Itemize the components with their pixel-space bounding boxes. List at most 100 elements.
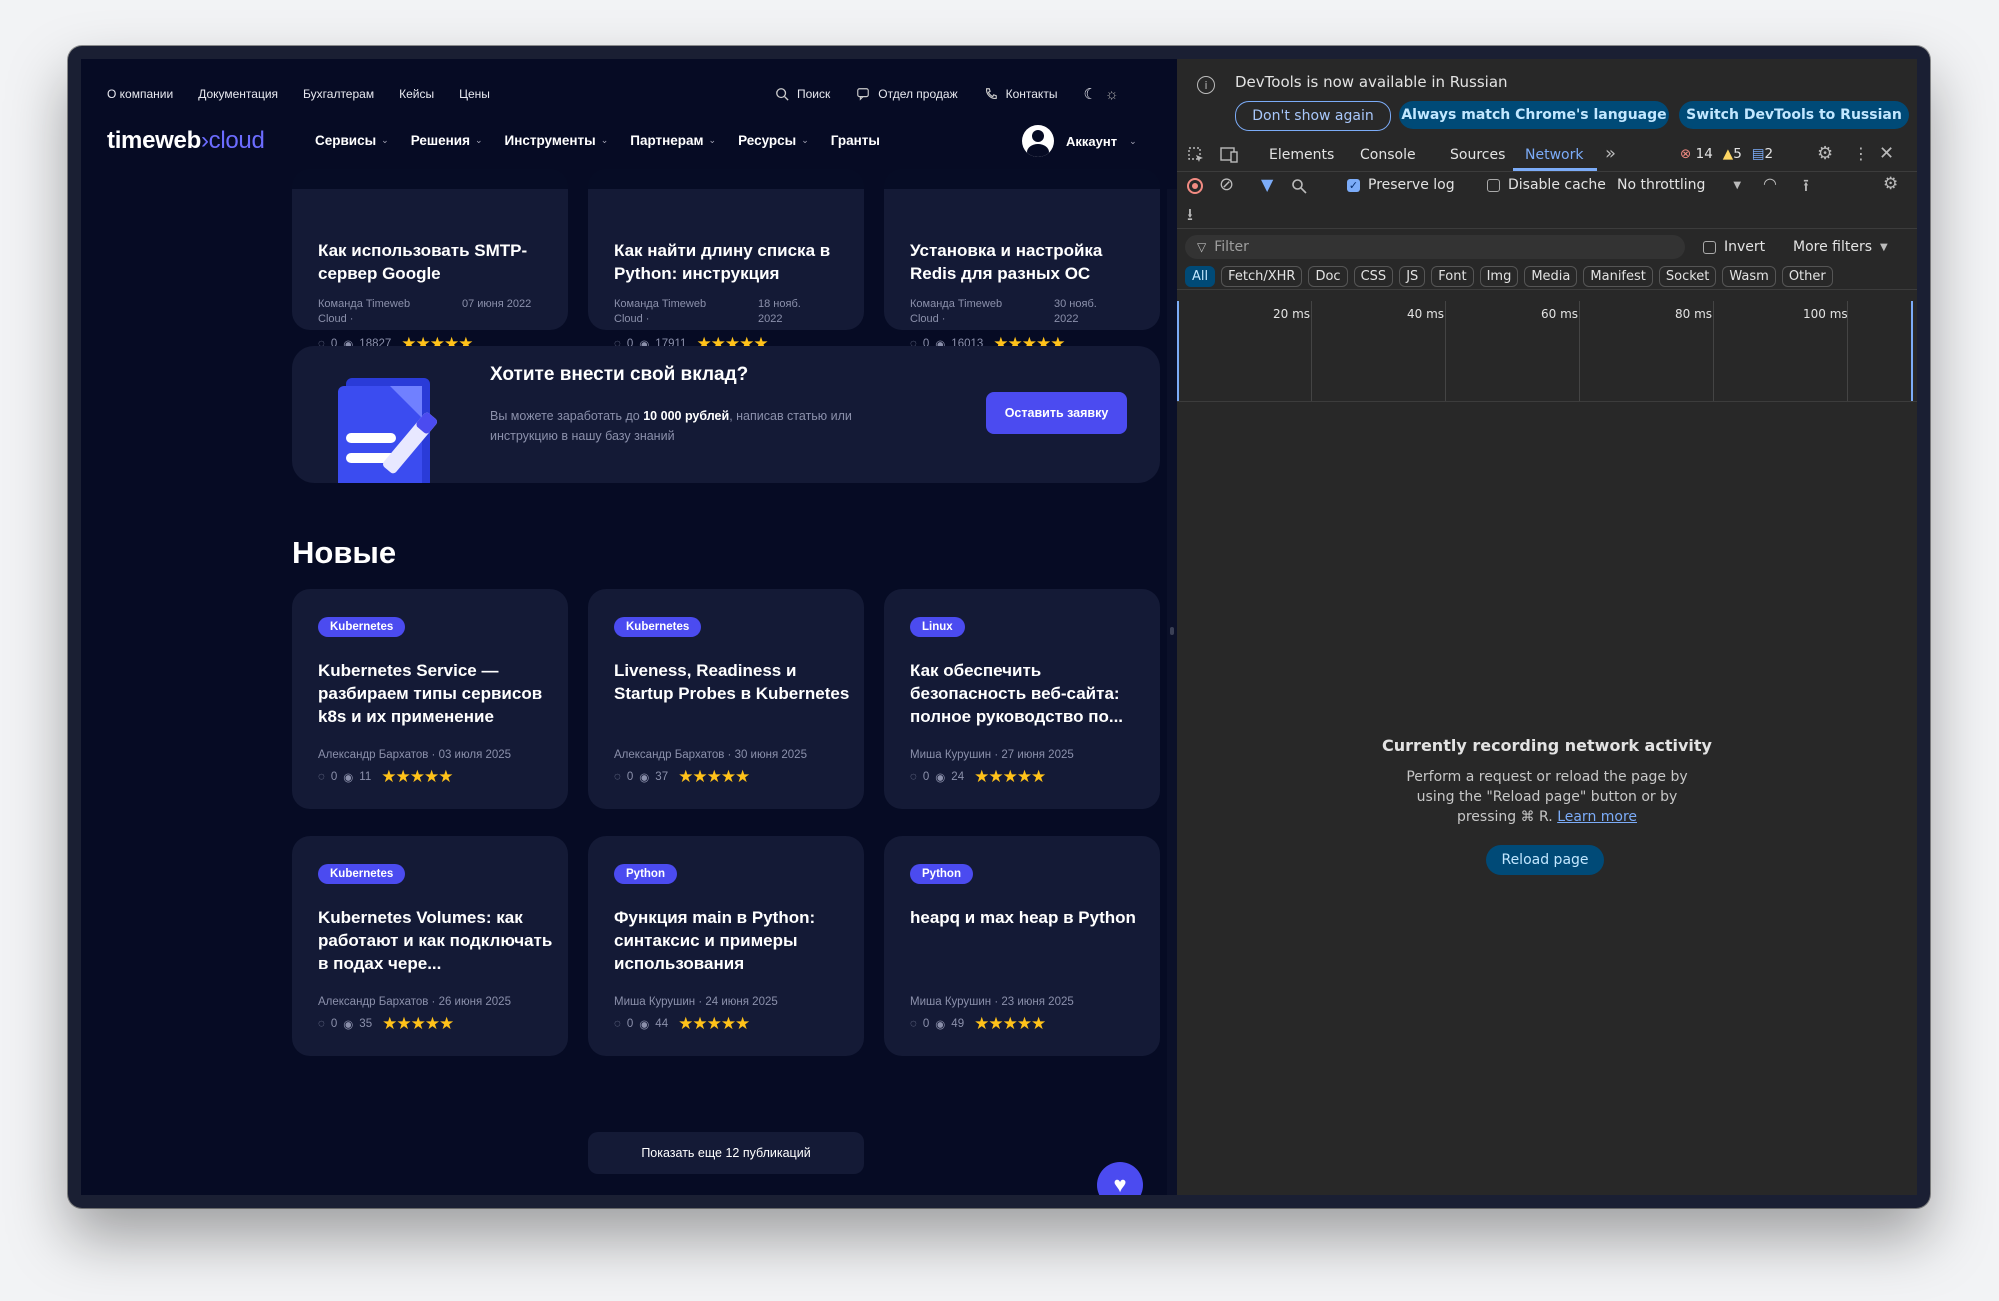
article-title[interactable]: Установка и настройка Redis для разных О…	[910, 239, 1150, 285]
type-wasm[interactable]: Wasm	[1722, 266, 1776, 287]
show-more-button[interactable]: Показать еще 12 публикаций	[588, 1132, 864, 1174]
message-count: ▤2	[1752, 146, 1773, 162]
nav-services[interactable]: Сервисы ⌄	[315, 133, 389, 148]
nav-tools[interactable]: Инструменты ⌄	[505, 133, 609, 148]
toplink-company[interactable]: О компании	[107, 87, 173, 101]
toplink-cases[interactable]: Кейсы	[399, 87, 434, 101]
category-tag[interactable]: Kubernetes	[318, 617, 406, 637]
upload-icon[interactable]: ⭱	[1803, 173, 1809, 202]
category-tag[interactable]: Kubernetes	[614, 617, 702, 637]
inspect-element-icon[interactable]	[1187, 146, 1205, 164]
article-meta: Миша Курушин · 23 июня 2025	[910, 996, 1074, 1008]
category-tag[interactable]: Python	[614, 864, 677, 884]
article-title[interactable]: Kubernetes Volumes: как работают и как п…	[318, 906, 558, 975]
article-title[interactable]: Как обеспечить безопасность веб-сайта: п…	[910, 659, 1150, 728]
timeline-selection-handle-left[interactable]	[1177, 301, 1179, 401]
article-meta: Александр Бархатов · 03 июля 2025	[318, 749, 512, 761]
nav-solutions[interactable]: Решения ⌄	[411, 133, 483, 148]
category-tag[interactable]: Kubernetes	[318, 864, 406, 884]
contacts-link[interactable]: Контакты	[984, 87, 1057, 101]
nav-grants[interactable]: Гранты	[831, 133, 880, 148]
article-title[interactable]: Kubernetes Service — разбираем типы серв…	[318, 659, 558, 728]
throttling-select[interactable]: No throttling ▼	[1617, 177, 1741, 193]
toplink-docs[interactable]: Документация	[198, 87, 278, 101]
disable-cache-checkbox[interactable]: Disable cache	[1487, 177, 1606, 193]
article-title[interactable]: heapq и max heap в Python	[910, 906, 1150, 929]
network-settings-icon[interactable]: ⚙	[1883, 174, 1898, 194]
header-utility-links: Поиск Отдел продаж Контакты ☾ ☼	[775, 85, 1119, 103]
type-socket[interactable]: Socket	[1658, 266, 1717, 287]
chat-icon	[857, 88, 870, 101]
type-js[interactable]: JS	[1399, 266, 1426, 287]
article-card[interactable]: Как использовать SMTP-сервер Google Кома…	[292, 169, 568, 353]
article-title[interactable]: Как использовать SMTP-сервер Google	[318, 239, 558, 285]
toplink-prices[interactable]: Цены	[459, 87, 490, 101]
clear-icon[interactable]: ⊘	[1219, 174, 1234, 195]
article-title[interactable]: Как найти длину списка в Python: инструк…	[614, 239, 854, 285]
type-img[interactable]: Img	[1479, 266, 1519, 287]
download-icon[interactable]: ⭳	[1187, 202, 1193, 231]
toplink-accounting[interactable]: Бухгалтерам	[303, 87, 374, 101]
heart-icon[interactable]: ♥	[1097, 1162, 1143, 1195]
type-css[interactable]: CSS	[1353, 266, 1394, 287]
learn-more-link[interactable]: Learn more	[1557, 809, 1637, 825]
article-card[interactable]: Kubernetes Kubernetes Volumes: как работ…	[292, 836, 568, 1056]
filter-input[interactable]: ▽ Filter	[1185, 235, 1685, 259]
nav-solutions-label: Решения	[410, 133, 470, 148]
tab-sources[interactable]: Sources	[1450, 147, 1505, 163]
nav-partners[interactable]: Партнерам ⌄	[630, 133, 716, 148]
record-icon[interactable]	[1187, 178, 1203, 194]
article-card[interactable]: Kubernetes Liveness, Readiness и Startup…	[588, 589, 864, 809]
reload-page-button[interactable]: Reload page	[1486, 845, 1604, 875]
kebab-menu-icon[interactable]: ⋮	[1853, 144, 1869, 163]
device-toolbar-icon[interactable]	[1219, 146, 1239, 164]
submit-request-button[interactable]: Оставить заявку	[986, 392, 1127, 434]
gear-icon[interactable]: ⚙	[1817, 143, 1833, 164]
sales-link[interactable]: Отдел продаж	[856, 87, 958, 101]
account-menu[interactable]: Аккаунт ⌄	[1022, 125, 1137, 157]
switch-language-button[interactable]: Switch DevTools to Russian	[1679, 101, 1909, 129]
close-icon[interactable]: ✕	[1879, 143, 1894, 164]
comment-count: 0	[626, 1018, 634, 1030]
article-card[interactable]: Как найти длину списка в Python: инструк…	[588, 169, 864, 353]
type-manifest[interactable]: Manifest	[1583, 266, 1653, 287]
article-title[interactable]: Liveness, Readiness и Startup Probes в K…	[614, 659, 854, 705]
article-card[interactable]: Python Функция main в Python: синтаксис …	[588, 836, 864, 1056]
tab-elements[interactable]: Elements	[1269, 147, 1334, 163]
theme-toggle[interactable]: ☾ ☼	[1083, 85, 1118, 104]
network-conditions-icon[interactable]: ◠	[1763, 174, 1777, 193]
article-card[interactable]: Linux Как обеспечить безопасность веб-са…	[884, 589, 1160, 809]
type-fetch-xhr[interactable]: Fetch/XHR	[1221, 266, 1303, 287]
panel-splitter[interactable]	[1167, 59, 1177, 1195]
search-link[interactable]: Поиск	[775, 87, 830, 101]
type-all[interactable]: All	[1185, 266, 1216, 287]
article-title[interactable]: Функция main в Python: синтаксис и приме…	[614, 906, 854, 975]
preserve-log-checkbox[interactable]: ✓ Preserve log	[1347, 177, 1455, 193]
timeline-selection-handle-right[interactable]	[1911, 301, 1913, 401]
comment-icon: ◌	[614, 1018, 621, 1030]
network-overview-timeline[interactable]: 20 ms 40 ms 60 ms 80 ms 100 ms	[1177, 301, 1917, 402]
type-media[interactable]: Media	[1524, 266, 1578, 287]
category-tag[interactable]: Linux	[910, 617, 965, 637]
article-card[interactable]: Python heapq и max heap в Python Миша Ку…	[884, 836, 1160, 1056]
filter-icon[interactable]: ▼	[1261, 175, 1273, 194]
comment-count: 0	[922, 771, 930, 783]
match-language-button[interactable]: Always match Chrome's language	[1399, 101, 1669, 129]
more-filters-dropdown[interactable]: More filters ▼	[1793, 239, 1888, 255]
devtools-tabs: Elements Console Sources Network » ⊗ 14 …	[1177, 139, 1917, 172]
tab-console[interactable]: Console	[1360, 147, 1416, 163]
issue-counters[interactable]: ⊗ 14 ▲5 ▤2	[1680, 146, 1773, 162]
category-tag[interactable]: Python	[910, 864, 973, 884]
timeweb-cloud-logo[interactable]: timeweb›cloud	[107, 127, 265, 155]
invert-checkbox[interactable]: Invert	[1703, 239, 1765, 255]
article-card[interactable]: Kubernetes Kubernetes Service — разбирае…	[292, 589, 568, 809]
type-font[interactable]: Font	[1431, 266, 1474, 287]
type-doc[interactable]: Doc	[1308, 266, 1348, 287]
search-icon[interactable]	[1291, 178, 1307, 194]
article-card[interactable]: Установка и настройка Redis для разных О…	[884, 169, 1160, 353]
tab-network[interactable]: Network	[1525, 147, 1583, 163]
dont-show-again-button[interactable]: Don't show again	[1235, 101, 1391, 131]
more-tabs-icon[interactable]: »	[1605, 143, 1616, 164]
nav-resources[interactable]: Ресурсы ⌄	[738, 133, 809, 148]
type-other[interactable]: Other	[1781, 266, 1833, 287]
